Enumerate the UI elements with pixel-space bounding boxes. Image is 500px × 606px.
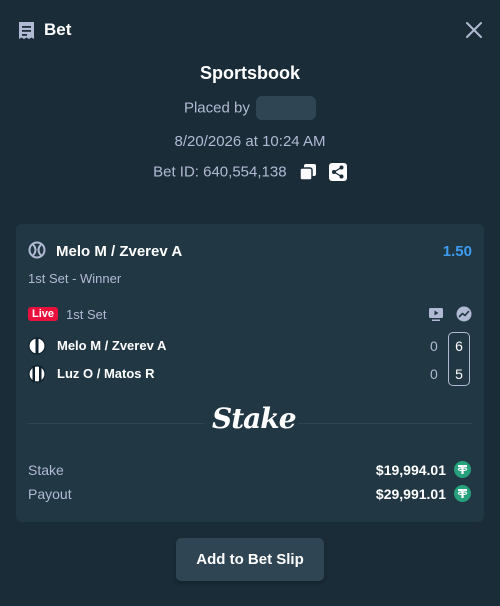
tether-coin-icon: [454, 461, 471, 478]
team-row: Melo M / Zverev A 0: [28, 336, 472, 356]
placed-by-row: Placed by: [0, 96, 500, 120]
close-icon[interactable]: [464, 20, 484, 40]
team-score: 0: [430, 366, 438, 382]
bet-datetime: 8/20/2026 at 10:24 AM: [174, 133, 326, 150]
modal-header: Bet: [0, 0, 500, 60]
stake-label: Stake: [28, 462, 64, 478]
team-jersey-icon: [28, 337, 46, 355]
stake-value: $19,994.01: [375, 462, 446, 478]
market-name: 1st Set - Winner: [28, 271, 122, 286]
divider: [28, 423, 204, 424]
bet-id: Bet ID: 640,554,138: [153, 163, 287, 181]
placed-by-user-pill[interactable]: [256, 96, 317, 120]
payout-value: $29,991.01: [375, 486, 446, 502]
modal-title: Bet: [44, 20, 72, 39]
team-name: Luz O / Matos R: [57, 366, 155, 381]
placed-by-label: Placed by: [183, 99, 250, 117]
tether-coin-icon: [454, 485, 471, 502]
bet-section-title: Sportsbook: [199, 63, 300, 83]
team-name: Melo M / Zverev A: [57, 338, 167, 353]
tv-icon[interactable]: [428, 306, 444, 322]
team-score: 0: [430, 338, 438, 354]
payout-label: Payout: [28, 486, 72, 502]
current-set-score: 6: [455, 338, 463, 354]
team-jersey-icon: [28, 365, 46, 383]
bet-id-row: Bet ID: 640,554,138: [0, 163, 500, 183]
divider: [298, 423, 472, 424]
event-name[interactable]: Melo M / Zverev A: [56, 243, 182, 260]
share-icon[interactable]: [328, 163, 347, 182]
receipt-icon: [19, 22, 34, 39]
current-set-score: 5: [455, 366, 463, 382]
team-row: Luz O / Matos R 0: [28, 364, 472, 384]
bet-odds: 1.50: [442, 243, 472, 260]
live-badge: Live: [28, 307, 59, 321]
copy-icon[interactable]: [298, 163, 317, 181]
stake-logo: Stake: [212, 402, 297, 435]
bet-card: Melo M / Zverev A 1.50 1st Set - Winner …: [16, 224, 484, 522]
stats-icon[interactable]: [456, 306, 472, 322]
period-label: 1st Set: [66, 307, 107, 322]
add-to-bet-slip-button[interactable]: Add to Bet Slip: [176, 538, 324, 581]
tennis-ball-icon: [28, 241, 46, 259]
